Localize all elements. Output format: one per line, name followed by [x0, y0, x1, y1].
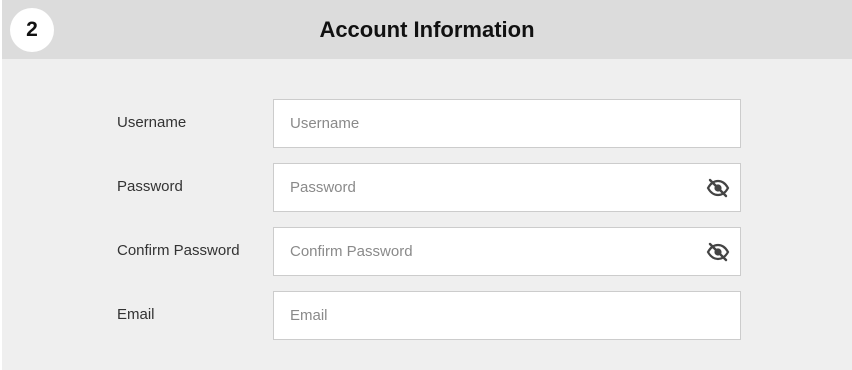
confirm-password-label: Confirm Password [117, 242, 240, 259]
confirm-password-row: Confirm Password [2, 227, 852, 277]
email-input[interactable] [274, 292, 740, 339]
username-field [273, 99, 741, 148]
section-header: 2 Account Information [2, 0, 852, 59]
username-input[interactable] [274, 100, 740, 147]
username-label: Username [117, 114, 187, 131]
password-input[interactable] [274, 164, 740, 211]
password-row: Password [2, 163, 852, 213]
confirm-password-input[interactable] [274, 228, 740, 275]
section-title: Account Information [319, 17, 535, 42]
password-visibility-toggle-eye-slash-icon[interactable] [706, 176, 730, 200]
email-label: Email [117, 306, 155, 323]
password-field [273, 163, 741, 212]
eye-slash-icon [706, 242, 730, 262]
password-label: Password [117, 178, 183, 195]
email-row: Email [2, 291, 852, 341]
confirm-password-visibility-toggle-eye-slash-icon[interactable] [706, 240, 730, 264]
username-row: Username [2, 99, 852, 149]
email-field [273, 291, 741, 340]
account-information-section: 2 Account Information Username Password … [2, 0, 852, 370]
eye-slash-icon [706, 178, 730, 198]
confirm-password-field [273, 227, 741, 276]
